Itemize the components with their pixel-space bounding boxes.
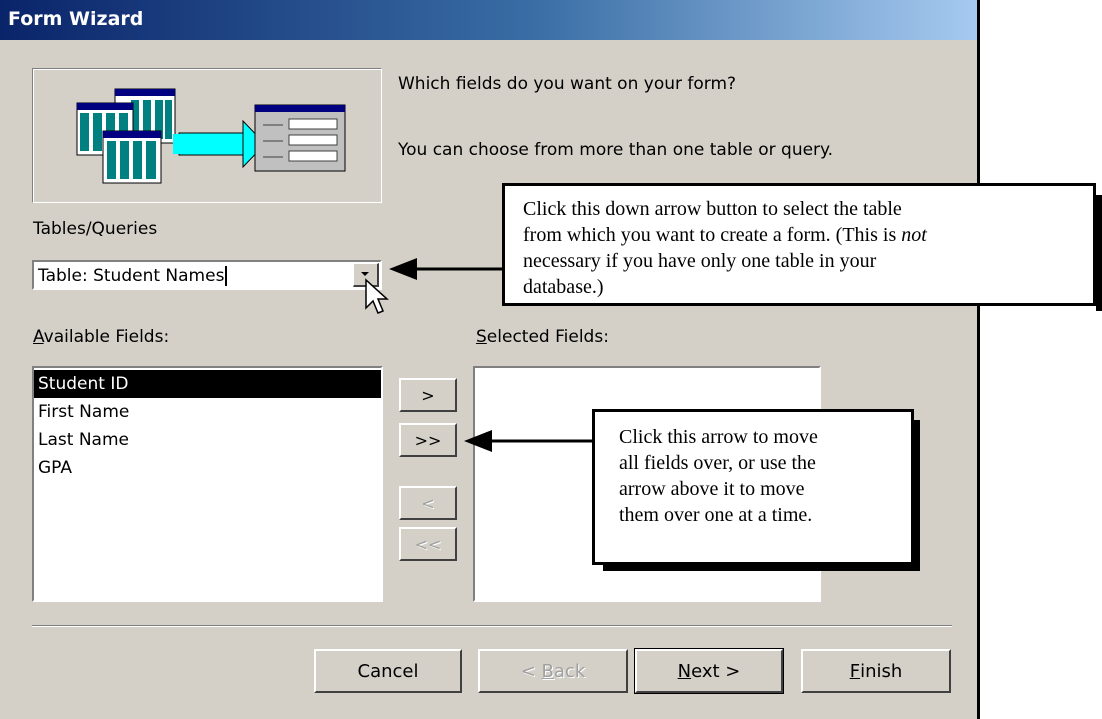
window-title: Form Wizard	[8, 8, 144, 30]
combo-value: Table: Student Names	[38, 266, 228, 286]
callout-top-line: from which you want to create a form. (T…	[523, 224, 927, 246]
callout-mid-line: Click this arrow to move	[619, 426, 818, 448]
intro-question: Which fields do you want on your form?	[398, 74, 737, 94]
available-field-item[interactable]: Student ID	[34, 370, 381, 398]
next-button[interactable]: Next >	[634, 648, 784, 694]
footer-separator-highlight	[32, 626, 952, 627]
available-field-item[interactable]: First Name	[34, 398, 381, 426]
cancel-button[interactable]: Cancel	[314, 649, 462, 693]
finish-button[interactable]: Finish	[801, 649, 951, 693]
window-right-edge	[977, 0, 980, 719]
remove-field-button[interactable]: <	[399, 486, 457, 520]
form-wizard-dialog: Form Wizard Which fields do you want on …	[0, 0, 977, 719]
available-fields-list[interactable]: Student ID First Name Last Name GPA	[32, 366, 383, 602]
callout-mid-shadow-right	[914, 420, 920, 571]
callout-mid-line: all fields over, or use the	[619, 452, 816, 474]
mouse-pointer-icon	[365, 278, 389, 314]
remove-all-fields-button[interactable]: <<	[399, 527, 457, 561]
callout-dropdown-help: Click this down arrow button to select t…	[502, 183, 1096, 306]
intro-hint: You can choose from more than one table …	[398, 140, 834, 160]
callout-top-line: database.)	[523, 276, 604, 298]
tables-to-form-icon	[76, 88, 346, 184]
callout-top-line: necessary if you have only one table in …	[523, 250, 877, 272]
back-button[interactable]: < Back	[478, 649, 628, 693]
tables-queries-label: Tables/Queries	[33, 219, 158, 239]
title-bar[interactable]: Form Wizard	[0, 0, 977, 40]
add-all-fields-button[interactable]: >>	[399, 423, 457, 457]
callout-mid-shadow-bottom	[603, 565, 920, 571]
available-field-item[interactable]: Last Name	[34, 426, 381, 454]
wizard-illustration-frame	[32, 68, 382, 203]
available-field-item[interactable]: GPA	[34, 454, 381, 482]
callout-top-arrow-icon	[389, 258, 505, 280]
tables-queries-combo[interactable]: Table: Student Names	[32, 260, 382, 290]
callout-add-all-help: Click this arrow to move all fields over…	[592, 409, 914, 565]
callout-top-shadow	[1096, 195, 1102, 311]
add-field-button[interactable]: >	[399, 378, 457, 412]
selected-fields-label: Selected Fields:	[476, 327, 609, 347]
callout-top-line: Click this down arrow button to select t…	[523, 198, 902, 220]
callout-mid-arrow-icon	[464, 430, 594, 452]
callout-mid-line: them over one at a time.	[619, 504, 813, 526]
available-fields-label: Available Fields:	[33, 327, 170, 347]
callout-mid-line: arrow above it to move	[619, 478, 805, 500]
